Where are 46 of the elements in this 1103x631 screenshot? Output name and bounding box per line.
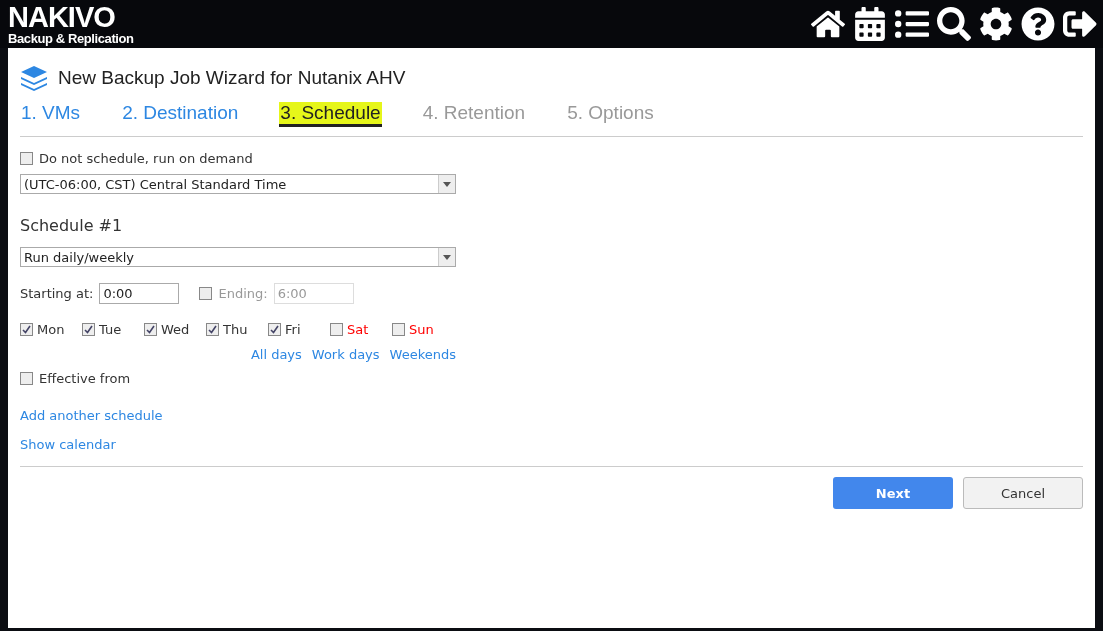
timezone-dropdown[interactable]: (UTC-06:00, CST) Central Standard Time xyxy=(20,174,456,194)
checkbox[interactable] xyxy=(20,372,33,385)
wizard-step-tab[interactable]: 2. Destination xyxy=(121,102,240,127)
calendar-icon[interactable] xyxy=(853,7,887,41)
schedule-type-dropdown[interactable]: Run daily/weekly xyxy=(20,247,456,267)
list-icon[interactable] xyxy=(895,7,929,41)
checkbox[interactable] xyxy=(330,323,343,336)
checkbox[interactable] xyxy=(392,323,405,336)
checkbox-label: Effective from xyxy=(39,371,131,386)
wizard-step-tab[interactable]: 3. Schedule xyxy=(279,102,382,127)
search-icon[interactable] xyxy=(937,7,971,41)
checkbox[interactable] xyxy=(206,323,219,336)
brand-logo: NAKIVO xyxy=(8,3,116,32)
starting-time-field[interactable]: 0:00 xyxy=(99,283,180,304)
cancel-button[interactable]: Cancel xyxy=(963,477,1083,509)
day-label: Thu xyxy=(223,322,248,337)
caret-icon xyxy=(438,248,455,266)
checkbox[interactable] xyxy=(199,287,213,300)
day-label: Tue xyxy=(99,322,122,337)
day-label: Fri xyxy=(285,322,301,337)
day-label: Mon xyxy=(37,322,65,337)
checkbox[interactable] xyxy=(144,323,157,336)
day-label: Wed xyxy=(161,322,190,337)
caret-icon xyxy=(438,175,455,193)
settings-icon[interactable] xyxy=(979,7,1013,41)
action-link[interactable]: Show calendar xyxy=(20,437,116,452)
day-preset-link[interactable]: Weekends xyxy=(389,347,456,362)
wizard-title: New Backup Job Wizard for Nutanix AHV xyxy=(58,67,406,89)
checkbox[interactable] xyxy=(20,152,33,165)
checkbox[interactable] xyxy=(20,323,33,336)
day-label: Sun xyxy=(409,322,434,337)
checkbox[interactable] xyxy=(82,323,95,336)
next-button[interactable]: Next xyxy=(833,477,953,509)
ending-label: Ending: xyxy=(218,286,268,301)
schedule-heading: Schedule #1 xyxy=(20,216,123,235)
day-preset-link[interactable]: Work days xyxy=(311,347,380,362)
brand-subtitle: Backup & Replication xyxy=(8,32,134,45)
day-preset-link[interactable]: All days xyxy=(250,347,302,362)
checkbox-label: Do not schedule, run on demand xyxy=(39,151,253,166)
checkbox[interactable] xyxy=(268,323,281,336)
day-label: Sat xyxy=(347,322,369,337)
layers-icon xyxy=(20,65,48,91)
wizard-step-tab[interactable]: 1. VMs xyxy=(20,102,82,127)
starting-label: Starting at: xyxy=(20,286,94,301)
action-link[interactable]: Add another schedule xyxy=(20,408,163,423)
help-icon[interactable] xyxy=(1021,7,1055,41)
